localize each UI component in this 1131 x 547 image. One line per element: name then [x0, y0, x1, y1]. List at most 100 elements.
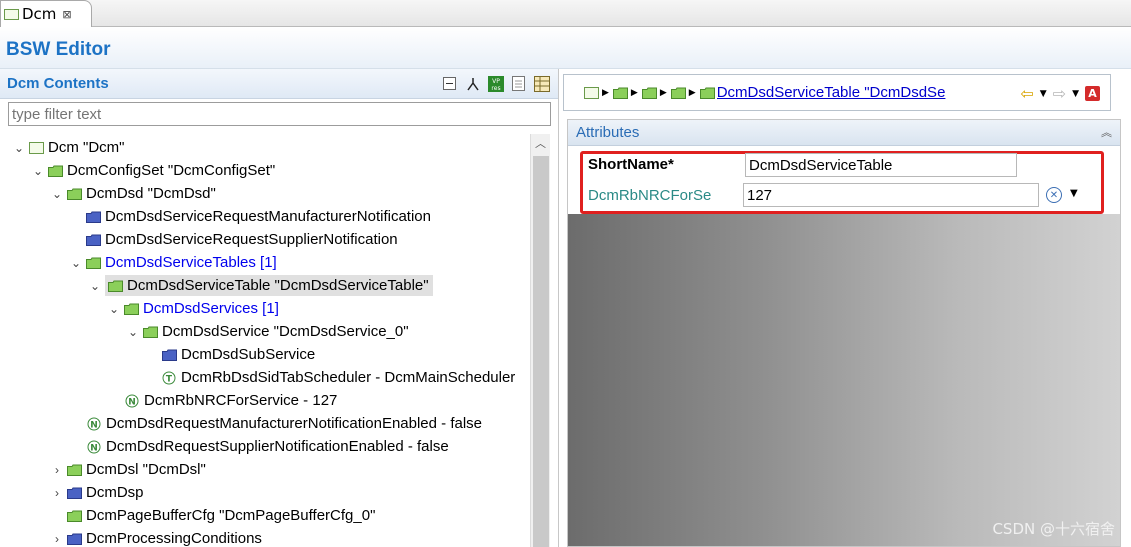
- module-icon: [584, 86, 599, 99]
- tab-dcm[interactable]: Dcm ⊠: [0, 0, 92, 27]
- vp-res-icon[interactable]: VP res: [487, 75, 504, 92]
- attributes-header: Attributes ︽: [568, 120, 1120, 146]
- back-arrow-icon[interactable]: ⇦: [1020, 84, 1033, 103]
- chevron-right-icon[interactable]: ›: [49, 486, 65, 500]
- validation-icon[interactable]: A: [1085, 86, 1100, 101]
- tree-item-selection: DcmDsdServiceTable "DcmDsdServiceTable": [105, 275, 433, 296]
- chevron-down-icon[interactable]: ⌄: [30, 164, 46, 178]
- chevron-down-icon[interactable]: ⌄: [11, 141, 27, 155]
- tree-item-supplier-notification[interactable]: DcmDsdServiceRequestSupplierNotification: [86, 228, 398, 251]
- forward-dropdown-icon[interactable]: ▼: [1072, 89, 1079, 99]
- tree-item-manufacturer-enabled[interactable]: N DcmDsdRequestManufacturerNotificationE…: [87, 412, 482, 435]
- contents-panel: Dcm Contents VPres ⌄ Dcm "Dcm": [0, 69, 559, 547]
- collapse-icon[interactable]: ︽: [1101, 124, 1112, 140]
- tree-item-sidtab-scheduler[interactable]: T DcmRbDsdSidTabScheduler - DcmMainSched…: [162, 366, 515, 389]
- watermark: CSDN @十六宿舍: [992, 520, 1115, 538]
- tree-label: DcmDsdServiceTable "DcmDsdServiceTable": [127, 277, 429, 294]
- filter-input[interactable]: [8, 102, 551, 126]
- breadcrumb-arrow-icon: ▶: [630, 87, 638, 98]
- module-icon: [29, 141, 44, 154]
- green-folder-icon: [86, 257, 101, 269]
- tree-item-manufacturer-notification[interactable]: DcmDsdServiceRequestManufacturerNotifica…: [86, 205, 431, 228]
- table-layout-icon[interactable]: [533, 75, 550, 92]
- contents-toolbar: VP res: [441, 75, 550, 92]
- tree-label: DcmDsp: [86, 484, 144, 501]
- breadcrumb-dsd[interactable]: ▶: [641, 87, 667, 99]
- editor-header: BSW Editor: [0, 27, 1131, 69]
- chevron-right-icon[interactable]: ›: [49, 532, 65, 546]
- tree-item-dsd-subservice[interactable]: DcmDsdSubService: [162, 343, 315, 366]
- numeric-param-icon: N: [125, 394, 139, 407]
- chevron-down-icon[interactable]: ⌄: [49, 187, 65, 201]
- chevron-down-icon[interactable]: ⌄: [68, 256, 84, 270]
- forward-arrow-icon[interactable]: ⇨: [1053, 84, 1066, 103]
- numeric-param-icon: N: [87, 417, 101, 430]
- document-icon[interactable]: [510, 75, 527, 92]
- green-folder-icon: [67, 188, 82, 200]
- svg-text:res: res: [491, 85, 500, 92]
- tree-item-dcmdsp[interactable]: › DcmDsp: [49, 481, 144, 504]
- attributes-body: ShortName* DcmRbNRCForSe ✕ ▼: [568, 146, 1120, 214]
- tree-item-dsd-service[interactable]: ⌄ DcmDsdService "DcmDsdService_0": [125, 320, 409, 343]
- shortname-input[interactable]: [745, 153, 1017, 177]
- tree-item-page-buffer[interactable]: DcmPageBufferCfg "DcmPageBufferCfg_0": [67, 504, 375, 527]
- tree-label: DcmDsd "DcmDsd": [86, 185, 216, 202]
- blue-folder-icon: [86, 211, 101, 223]
- green-folder-icon: [641, 87, 657, 99]
- tree-label: DcmProcessingConditions: [86, 530, 262, 547]
- tree-scrollbar[interactable]: ︿: [530, 134, 550, 547]
- tree-item-dcmdsd[interactable]: ⌄ DcmDsd "DcmDsd": [49, 182, 216, 205]
- tree-item-processing-conditions[interactable]: › DcmProcessingConditions: [49, 527, 262, 547]
- chevron-down-icon[interactable]: ⌄: [106, 302, 122, 316]
- tree-label: DcmDsdServiceRequestManufacturerNotifica…: [105, 208, 431, 225]
- contents-title: Dcm Contents: [7, 75, 109, 92]
- tree-item-dcmdsl[interactable]: › DcmDsl "DcmDsl": [49, 458, 206, 481]
- breadcrumb-service-tables[interactable]: ▶: [670, 87, 696, 99]
- reset-icon[interactable]: ✕: [1046, 187, 1062, 203]
- tree-item-dcmconfigset[interactable]: ⌄ DcmConfigSet "DcmConfigSet": [30, 159, 275, 182]
- tree-item-service-tables[interactable]: ⌄ DcmDsdServiceTables [1]: [68, 251, 277, 274]
- tree-label: DcmRbDsdSidTabScheduler - DcmMainSchedul…: [181, 369, 516, 386]
- svg-text:N: N: [90, 420, 98, 430]
- tree-label: DcmDsdService "DcmDsdService_0": [162, 323, 409, 340]
- tree-label: DcmConfigSet "DcmConfigSet": [67, 162, 276, 179]
- breadcrumb: ▶ ▶ ▶ ▶ DcmDsdServiceTable "DcmDsdSe ⇦ ▼…: [563, 74, 1111, 111]
- breadcrumb-link[interactable]: DcmDsdServiceTable "DcmDsdSe: [717, 84, 957, 101]
- tree-item-supplier-enabled[interactable]: N DcmDsdRequestSupplierNotificationEnabl…: [87, 435, 449, 458]
- contents-header: Dcm Contents VP res: [0, 69, 558, 99]
- breadcrumb-dcm[interactable]: ▶: [584, 86, 609, 99]
- editor-title: BSW Editor: [6, 39, 111, 60]
- chevron-down-icon[interactable]: ⌄: [125, 325, 141, 339]
- tree-item-dsd-services[interactable]: ⌄ DcmDsdServices [1]: [106, 297, 279, 320]
- tree-item-service-table[interactable]: ⌄ DcmDsdServiceTable "DcmDsdServiceTable…: [87, 274, 433, 297]
- editor-tab-bar: Dcm ⊠: [0, 0, 1131, 27]
- tree-label: DcmPageBufferCfg "DcmPageBufferCfg_0": [86, 507, 376, 524]
- tree-item-dcm[interactable]: ⌄ Dcm "Dcm": [11, 136, 125, 159]
- nrc-label[interactable]: DcmRbNRCForSe: [588, 187, 711, 204]
- breadcrumb-configset[interactable]: ▶: [612, 87, 638, 99]
- green-folder-icon: [48, 165, 63, 177]
- back-dropdown-icon[interactable]: ▼: [1040, 89, 1047, 99]
- module-icon: [4, 8, 19, 20]
- chevron-right-icon[interactable]: ›: [49, 463, 65, 477]
- collapse-all-icon[interactable]: [441, 75, 458, 92]
- nrc-input[interactable]: [743, 183, 1039, 207]
- tree-label: DcmDsdSubService: [181, 346, 316, 363]
- green-folder-icon: [108, 280, 123, 292]
- hierarchy-icon[interactable]: [464, 75, 481, 92]
- breadcrumb-current[interactable]: DcmDsdServiceTable "DcmDsdSe: [699, 84, 957, 101]
- scrollbar-thumb[interactable]: [533, 156, 549, 547]
- text-param-icon: T: [162, 371, 176, 384]
- blue-folder-icon: [67, 533, 82, 545]
- attributes-panel: Attributes ︽ ShortName* DcmRbNRCForSe ✕ …: [567, 119, 1121, 547]
- close-icon[interactable]: ⊠: [62, 8, 71, 21]
- breadcrumb-arrow-icon: ▶: [688, 87, 696, 98]
- tree-label: DcmRbNRCForService - 127: [144, 392, 338, 409]
- scroll-up-icon[interactable]: ︿: [531, 134, 550, 154]
- tree-label: DcmDsdServiceTables [1]: [105, 254, 277, 271]
- chevron-down-icon[interactable]: ⌄: [87, 279, 103, 293]
- tree-item-nrc-for-service[interactable]: N DcmRbNRCForService - 127: [125, 389, 337, 412]
- chevron-down-icon[interactable]: ▼: [1070, 188, 1078, 199]
- details-panel: ▶ ▶ ▶ ▶ DcmDsdServiceTable "DcmDsdSe ⇦ ▼…: [563, 74, 1131, 547]
- blue-folder-icon: [86, 234, 101, 246]
